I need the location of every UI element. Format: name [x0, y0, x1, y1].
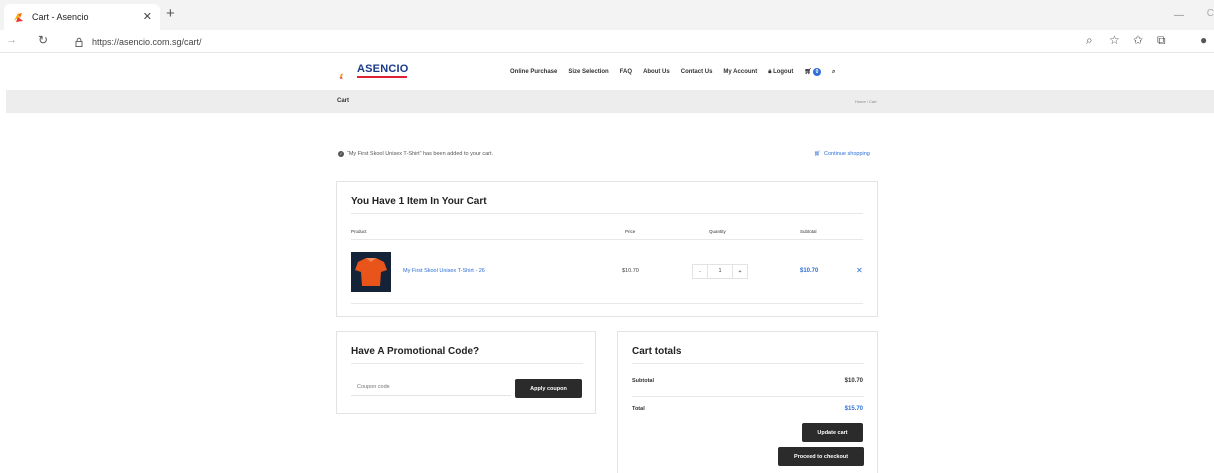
url-text: https://asencio.com.sg/cart/: [92, 36, 202, 47]
page-title-bar: Cart Home / Cart: [6, 90, 1214, 113]
collections-icon[interactable]: ⧉: [1157, 33, 1166, 48]
quantity-stepper: - 1 +: [692, 264, 748, 279]
cart-items-card: You Have 1 Item In Your Cart Product Pri…: [336, 181, 878, 317]
cart-icon: 🛒︎: [804, 69, 813, 75]
added-to-cart-notice: ✓ “My First Skool Unisex T-Shirt” has be…: [338, 151, 493, 157]
tab-title: Cart - Asencio: [32, 12, 89, 22]
divider: [351, 303, 863, 304]
divider: [351, 213, 863, 214]
subtotal-value: $10.70: [844, 378, 863, 384]
favorite-icon[interactable]: ☆: [1109, 33, 1120, 47]
coupon-code-input[interactable]: [351, 378, 511, 396]
remove-item-icon[interactable]: ✕: [856, 266, 863, 275]
continue-shopping-link[interactable]: 🛒︎ Continue shopping: [814, 151, 870, 157]
subtotal-label: Subtotal: [632, 378, 654, 384]
decrease-quantity-button[interactable]: -: [693, 269, 707, 275]
search-icon[interactable]: ⌕: [832, 69, 835, 76]
nav-logout-label: Logout: [773, 68, 794, 75]
nav-about-us[interactable]: About Us: [643, 69, 670, 75]
favorites-list-icon[interactable]: ✩: [1133, 33, 1143, 47]
cart-count-badge: 0: [813, 68, 822, 76]
cart-icon: 🛒︎: [814, 151, 821, 157]
check-circle-icon: ✓: [338, 151, 344, 157]
divider: [351, 363, 583, 364]
continue-shopping-label: Continue shopping: [823, 151, 870, 157]
product-price: $10.70: [622, 268, 639, 274]
cart-totals-card: Cart totals Subtotal $10.70 Total $15.70…: [617, 331, 878, 473]
close-tab-icon[interactable]: ✕: [143, 10, 152, 23]
nav-logout[interactable]: 🔒︎ Logout: [768, 69, 793, 76]
minimize-icon[interactable]: —: [1174, 10, 1184, 21]
nav-cart[interactable]: 🛒︎ 0: [804, 68, 822, 76]
product-thumbnail[interactable]: [351, 252, 391, 292]
asencio-favicon-icon: [14, 13, 23, 22]
divider: [632, 363, 864, 364]
cart-totals-heading: Cart totals: [632, 346, 682, 357]
reload-icon[interactable]: ↻: [38, 33, 48, 47]
notice-message: “My First Skool Unisex T-Shirt” has been…: [347, 151, 494, 157]
nav-size-selection[interactable]: Size Selection: [568, 69, 608, 75]
quantity-value[interactable]: 1: [707, 265, 733, 278]
logo-text[interactable]: ASENCIO: [357, 63, 409, 75]
col-header-price: Price: [625, 229, 636, 234]
url-field[interactable]: https://asencio.com.sg/cart/: [62, 32, 1072, 51]
new-tab-icon[interactable]: +: [166, 6, 175, 22]
profile-icon[interactable]: ●: [1200, 33, 1207, 47]
back-arrow-icon[interactable]: →: [6, 34, 17, 46]
nav-online-purchase[interactable]: Online Purchase: [510, 69, 557, 75]
total-value: $15.70: [844, 406, 863, 412]
divider: [632, 396, 864, 397]
col-header-subtotal: Subtotal: [800, 229, 817, 234]
page-title: Cart: [337, 98, 350, 104]
promo-heading: Have A Promotional Code?: [351, 346, 480, 357]
window-control-icon[interactable]: C: [1207, 8, 1214, 19]
browser-tab-bar: Cart - Asencio ✕ + — C: [0, 0, 1214, 30]
nav-faq[interactable]: FAQ: [620, 69, 632, 75]
proceed-to-checkout-button[interactable]: Proceed to checkout: [778, 447, 864, 466]
col-header-product: Product: [351, 229, 367, 234]
breadcrumb[interactable]: Home / Cart: [855, 99, 877, 104]
tshirt-icon: [355, 258, 387, 286]
browser-tab[interactable]: Cart - Asencio ✕: [4, 4, 160, 30]
col-header-quantity: Quantity: [709, 229, 726, 234]
nav-my-account[interactable]: My Account: [723, 69, 757, 75]
update-cart-button[interactable]: Update cart: [802, 423, 863, 442]
total-label: Total: [632, 406, 645, 412]
nav-contact-us[interactable]: Contact Us: [681, 69, 713, 75]
cart-heading: You Have 1 Item In Your Cart: [351, 196, 487, 207]
divider: [351, 239, 863, 240]
logo-underline: [357, 76, 407, 78]
product-subtotal: $10.70: [800, 268, 819, 274]
product-name-link[interactable]: My First Skool Unisex T-Shirt - 26: [403, 268, 485, 274]
increase-quantity-button[interactable]: +: [733, 269, 747, 275]
address-bar-row: → ↻ https://asencio.com.sg/cart/ ⌕ ☆ ✩ ⧉…: [0, 30, 1214, 53]
lock-icon: 🔒︎: [768, 68, 772, 75]
main-nav: Online Purchase Size Selection FAQ About…: [510, 68, 846, 76]
promo-code-card: Have A Promotional Code? Apply coupon: [336, 331, 596, 414]
asencio-logo-icon[interactable]: [339, 63, 357, 89]
zoom-icon[interactable]: ⌕: [1086, 33, 1093, 48]
lock-icon: [75, 37, 83, 47]
apply-coupon-button[interactable]: Apply coupon: [515, 379, 582, 398]
